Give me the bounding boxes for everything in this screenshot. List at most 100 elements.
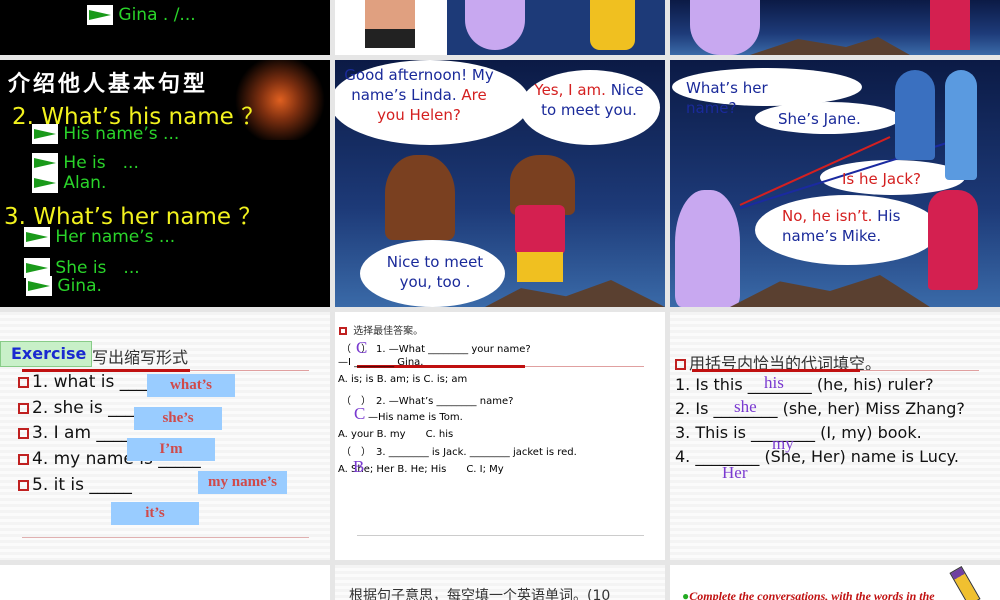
person-image <box>365 0 415 48</box>
exercise-item: 1. Is this ________ (he, his) ruler? <box>675 375 934 394</box>
girl-figure <box>930 0 970 50</box>
boy-figure <box>895 70 935 160</box>
text: 5. it is _____ <box>32 475 132 495</box>
slide-thumbnail-1[interactable]: Gina . /... <box>0 0 330 55</box>
text: Complete the conversations, with the wor… <box>689 589 935 600</box>
exercise-item: 3. This is ________ (I, my) book. <box>675 423 922 442</box>
text: Gina. <box>57 276 102 296</box>
green-arrow-icon <box>87 5 113 25</box>
slide-thumbnail-5[interactable]: Good afternoon! My name’s Linda. Are you… <box>335 60 665 307</box>
slide-thumbnail-8[interactable]: 选择最佳答案。 （ ） 1. —What ________ your name?… <box>335 312 665 560</box>
answer-box: my name’s <box>198 471 287 494</box>
checkbox-icon <box>339 327 347 335</box>
slide-title: 写出缩写形式 <box>92 348 189 367</box>
bubble-text-2: Yes, I am. Nice to meet you. <box>533 80 645 120</box>
slide-thumbnail-12[interactable]: ●Complete the conversations, with the wo… <box>670 565 1000 600</box>
question-3: 3. What’s her name ？ <box>4 204 262 230</box>
green-arrow-icon <box>32 124 58 144</box>
question-line: （ ） 2. —What’s ________ name? <box>341 396 514 407</box>
options-line: A. your B. my C. his <box>338 429 454 440</box>
girl-figure <box>515 205 565 255</box>
checkbox-icon <box>18 479 29 491</box>
exercise-item: 2. Is ________ (she, her) Miss Zhang? <box>675 399 965 418</box>
answer-line: Her name’s ... <box>24 227 175 247</box>
girl-figure <box>675 190 740 307</box>
green-arrow-icon <box>32 173 58 193</box>
bubble-text-1: What’s her name? <box>686 79 768 117</box>
slide-thumbnail-11[interactable]: 根据句子意思，每空填一个英语单词。(10 <box>335 565 665 600</box>
slide-heading: 介绍他人基本句型 <box>8 71 209 97</box>
text: Yes, I am. <box>534 81 606 99</box>
text: He is ... <box>63 153 139 173</box>
bubble-text-1: Good afternoon! My name’s Linda. Are you… <box>344 65 494 125</box>
green-arrow-icon <box>26 276 52 296</box>
girl-figure <box>385 155 455 240</box>
girl-figure <box>928 190 978 290</box>
handwritten-answer: she <box>734 397 757 416</box>
mountains <box>485 280 665 307</box>
slide-thumbnail-2[interactable] <box>335 0 665 55</box>
slide-thumbnail-9[interactable]: 用括号内恰当的代词填空。 1. Is this ________ (he, hi… <box>670 312 1000 560</box>
text: 3. I am _____ <box>32 423 139 443</box>
text: Her name’s ... <box>55 227 176 247</box>
text: No, he isn’t. <box>782 207 873 225</box>
handwritten-answer: B <box>353 457 365 476</box>
bottom-rule <box>22 537 309 538</box>
girl-figure <box>690 0 760 55</box>
slide-thumbnail-10[interactable] <box>0 565 330 600</box>
checkbox-icon <box>675 359 686 370</box>
green-arrow-icon <box>24 258 50 278</box>
checkbox-icon <box>18 427 29 439</box>
answer-line: Alan. <box>32 173 106 193</box>
exercise-item: 5. it is _____ <box>18 475 132 495</box>
green-arrow-icon <box>32 153 58 173</box>
checkbox-icon <box>18 376 29 388</box>
handwritten-answer: Her <box>722 463 748 482</box>
handwritten-answer: my <box>772 434 794 453</box>
text: Gina . /... <box>118 5 196 25</box>
text: 选择最佳答案。 <box>353 326 424 337</box>
exercise-item: 1. what is _____ <box>18 372 162 392</box>
slide-thumbnail-6[interactable]: What’s her name? She’s Jane. Is he Jack?… <box>670 60 1000 307</box>
slide-thumbnail-3[interactable] <box>670 0 1000 55</box>
skirt <box>517 252 563 282</box>
text: 2. she is _____ <box>32 398 151 418</box>
text: Alan. <box>63 173 107 193</box>
bubble-text-4: No, he isn’t. His name’s Mike. <box>782 206 902 246</box>
answer-line: His name’s ... <box>32 124 179 144</box>
exercise-badge: Exercise <box>0 341 92 367</box>
slide-title: 选择最佳答案。 <box>339 322 423 337</box>
question-line: （ ） 3. ________ is Jack. ________ jacket… <box>341 447 577 458</box>
bubble-text-2: She’s Jane. <box>778 110 861 128</box>
exercise-item: 2. she is _____ <box>18 398 151 418</box>
answer-box: I’m <box>127 438 215 461</box>
handwritten-answer: C <box>354 404 366 423</box>
answer-box: it’s <box>111 502 199 525</box>
green-arrow-icon <box>24 227 50 247</box>
handwritten-answer: C <box>356 338 368 357</box>
text: His name’s ... <box>63 124 180 144</box>
slide-thumbnail-7[interactable]: Exercise 写出缩写形式 1. what is _____ 2. she … <box>0 312 330 560</box>
text: 1. what is _____ <box>32 372 163 392</box>
question-line: —I ________ Gina. <box>338 357 424 368</box>
question-line: （ ） 1. —What ________ your name? <box>341 344 531 355</box>
bottom-rule <box>357 535 644 536</box>
instruction-text: 根据句子意思，每空填一个英语单词。(10 <box>349 588 611 600</box>
pencil-icon <box>949 566 981 600</box>
bullet-line: Gina . /... <box>87 5 196 25</box>
answer-line: She is ... <box>24 253 140 278</box>
title-underline-accent <box>692 369 860 372</box>
answer-line: Gina. <box>26 276 102 296</box>
instruction-text: ●Complete the conversations, with the wo… <box>682 589 935 600</box>
answer-box: what’s <box>147 374 235 397</box>
bubble-text-3: Nice to meet you, too . <box>386 253 484 291</box>
slide-thumbnail-4[interactable]: 介绍他人基本句型 2. What’s his name ？ His name’s… <box>0 60 330 307</box>
answer-line: He is ... <box>32 148 139 173</box>
text: She is ... <box>55 258 140 278</box>
checkbox-icon <box>18 402 29 414</box>
answer-box: she’s <box>134 407 222 430</box>
options-line: A. is; is B. am; is C. is; am <box>338 374 468 385</box>
handwritten-answer: his <box>764 373 784 392</box>
girl-figure <box>590 0 635 50</box>
exercise-item: 3. I am _____ <box>18 423 139 443</box>
